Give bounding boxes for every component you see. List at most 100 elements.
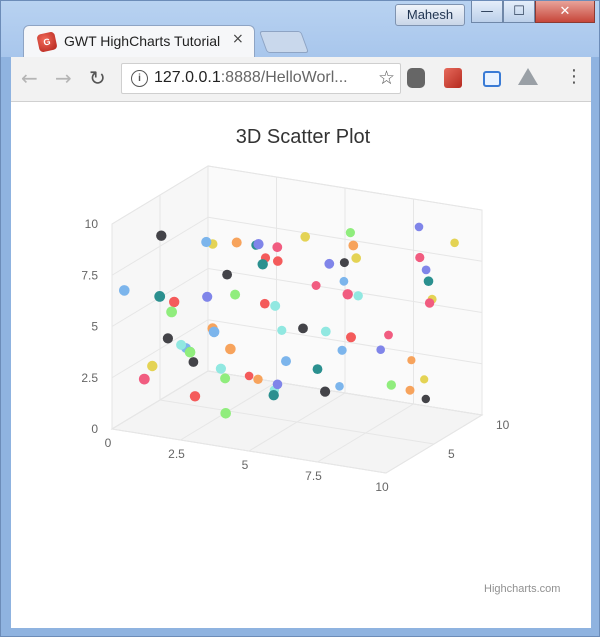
forward-icon[interactable]: → <box>55 67 72 89</box>
data-point <box>277 325 287 335</box>
new-tab-button[interactable] <box>258 31 310 53</box>
maximize-button[interactable]: ☐ <box>503 1 535 23</box>
z-tick-label: 5 <box>448 447 455 461</box>
browser-toolbar: ← → ↻ i 127.0.0.1:8888/HelloWorl... ☆ ⋮ <box>11 57 591 102</box>
data-point <box>208 326 220 338</box>
data-point <box>420 375 429 384</box>
data-point <box>202 291 213 302</box>
browser-window: Mahesh — ☐ ✕ G GWT HighCharts Tutorial ×… <box>0 0 600 637</box>
data-point <box>337 345 347 355</box>
window-controls: — ☐ ✕ <box>471 1 595 25</box>
data-point <box>272 379 283 390</box>
data-point <box>215 363 226 374</box>
chart-title: 3D Scatter Plot <box>236 126 371 148</box>
data-point <box>339 276 349 286</box>
data-point <box>253 239 264 250</box>
data-point <box>225 343 236 355</box>
data-point <box>311 281 321 290</box>
data-point <box>424 298 435 308</box>
gwt-favicon-icon: G <box>36 31 58 53</box>
data-point <box>384 330 393 340</box>
menu-icon[interactable]: ⋮ <box>565 66 583 87</box>
data-point <box>345 228 355 238</box>
y-tick-label: 10 <box>85 217 99 231</box>
page-content: 3D Scatter Plot 0 2.5 5 7.5 10 0 2.5 5 7.5 10 5 10 … <box>11 102 591 628</box>
data-point <box>421 265 431 275</box>
x-tick-label: 0 <box>105 436 112 450</box>
url-path: :8888/HelloWorl... <box>220 69 348 86</box>
extension-icon[interactable] <box>407 68 425 88</box>
data-point <box>300 232 311 242</box>
y-tick-label: 0 <box>91 422 98 436</box>
pdf-icon[interactable] <box>444 68 462 88</box>
data-point <box>260 298 270 309</box>
data-point <box>348 240 359 251</box>
url-text: 127.0.0.1:8888/HelloWorl... <box>154 69 348 87</box>
data-point <box>222 269 233 280</box>
data-point <box>273 256 283 266</box>
data-point <box>335 382 344 391</box>
address-bar[interactable]: i 127.0.0.1:8888/HelloWorl... ☆ <box>121 63 401 94</box>
data-point <box>353 291 363 301</box>
data-point <box>220 373 231 384</box>
data-point <box>270 300 281 311</box>
data-point <box>320 386 331 397</box>
data-point <box>405 385 415 395</box>
info-icon[interactable]: i <box>131 70 148 87</box>
data-point <box>421 394 430 404</box>
data-point <box>184 346 196 358</box>
close-window-button[interactable]: ✕ <box>535 1 595 23</box>
data-point <box>320 326 331 337</box>
user-badge[interactable]: Mahesh <box>395 4 465 26</box>
data-point <box>351 253 362 263</box>
browser-tab[interactable]: G GWT HighCharts Tutorial × <box>23 25 255 57</box>
data-point <box>188 357 199 367</box>
chart-credits[interactable]: Highcharts.com <box>484 583 560 595</box>
data-point <box>324 258 335 269</box>
x-tick-label: 7.5 <box>305 469 322 483</box>
data-point <box>230 289 241 300</box>
url-host: 127.0.0.1 <box>154 69 221 86</box>
x-tick-label: 5 <box>242 458 249 472</box>
x-tick-label: 10 <box>375 480 389 494</box>
data-point <box>407 356 416 365</box>
data-point <box>339 258 349 268</box>
data-point <box>386 380 396 390</box>
tab-title: GWT HighCharts Tutorial <box>64 33 221 49</box>
folder-icon[interactable] <box>483 71 501 87</box>
title-bar: Mahesh — ☐ ✕ G GWT HighCharts Tutorial × <box>1 1 599 57</box>
chart-frame <box>110 165 484 474</box>
data-point <box>189 391 201 402</box>
scatter-3d-chart: 3D Scatter Plot 0 2.5 5 7.5 10 0 2.5 5 7.5 10 5 10 <box>81 126 510 494</box>
data-point <box>169 296 180 308</box>
data-point <box>257 259 268 270</box>
data-point <box>414 222 424 232</box>
data-point <box>138 373 150 385</box>
tab-close-icon[interactable]: × <box>232 31 244 47</box>
data-point <box>312 364 323 374</box>
z-tick-label: 10 <box>496 418 510 432</box>
data-point <box>154 291 166 302</box>
minimize-button[interactable]: — <box>471 1 503 23</box>
data-point <box>147 360 158 372</box>
data-point <box>176 339 187 350</box>
back-icon[interactable]: ← <box>21 67 38 89</box>
reload-icon[interactable]: ↻ <box>89 67 106 89</box>
data-point <box>201 236 212 248</box>
x-tick-label: 2.5 <box>168 447 185 461</box>
data-point <box>298 323 308 334</box>
data-point <box>244 371 254 381</box>
data-point <box>450 238 459 248</box>
data-point <box>119 285 130 296</box>
y-tick-label: 7.5 <box>81 268 98 282</box>
data-point <box>346 332 356 343</box>
star-icon[interactable]: ☆ <box>378 67 395 89</box>
data-point <box>253 374 263 384</box>
drive-icon[interactable] <box>518 68 538 85</box>
data-point <box>423 276 434 286</box>
data-point <box>272 242 283 253</box>
data-point <box>231 237 242 248</box>
data-point <box>166 306 178 318</box>
y-tick-label: 2.5 <box>81 371 98 385</box>
data-point <box>268 390 279 401</box>
